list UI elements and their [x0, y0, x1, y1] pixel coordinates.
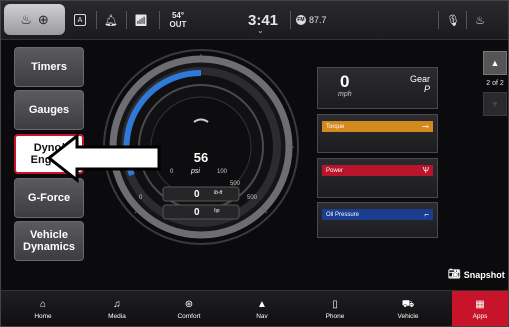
snapshot-button[interactable]: 📷︎ Snapshot — [448, 269, 505, 280]
gear-label: Gear — [409, 74, 430, 84]
page-up-button[interactable]: ▲ — [483, 51, 507, 75]
divider — [96, 11, 97, 29]
nav-apps-button[interactable]: ▦ Apps — [452, 291, 508, 326]
music-note-icon: ♫ — [113, 299, 121, 310]
power-label: Power — [326, 167, 344, 174]
menu-gauges-button[interactable]: Gauges — [14, 90, 84, 130]
outside-temperature: 54° OUT — [168, 1, 188, 39]
torque-label: Torque — [326, 123, 345, 130]
menu-label: Timers — [31, 61, 67, 73]
divider — [290, 11, 291, 29]
power-fork-icon: Ѱ — [422, 166, 429, 175]
chevron-up-icon: ▲ — [490, 58, 500, 68]
nav-phone-button[interactable]: ▯ Phone — [300, 291, 370, 326]
speed-gear-panel: 0 mph Gear P — [317, 67, 438, 109]
gauge-unit: psi — [191, 168, 200, 175]
apps-grid-icon: ▦ — [475, 299, 485, 310]
heated-seat-icon: ⊕ — [37, 11, 49, 27]
speed-unit: mph — [338, 91, 352, 98]
power-readout-value: 0 — [194, 207, 200, 218]
nav-label: Vehicle — [397, 312, 419, 320]
nav-nav-button[interactable]: ▲ Nav — [227, 291, 297, 326]
divider — [466, 11, 467, 29]
menu-label: Vehicle Dynamics — [23, 229, 75, 253]
microphone-icon[interactable]: 🎙︎ — [445, 1, 461, 39]
menu-vehicle-dynamics-button[interactable]: Vehicle Dynamics — [14, 221, 84, 261]
camera-icon: 📷︎ — [448, 269, 461, 280]
nav-label: Home — [34, 312, 52, 320]
heated-seat-passenger-icon[interactable]: ♨ — [471, 1, 489, 39]
menu-label: Gauges — [28, 104, 70, 116]
oil-pressure-label: Oil Pressure — [326, 211, 360, 218]
menu-g-force-button[interactable]: G-Force — [14, 178, 84, 218]
speed-value: 0 — [340, 72, 350, 91]
status-bar: ♨ ⊕ A 🔔︎ 📶︎ 54° OUT 3:41 ⌄ FM 87.7 🎙︎ ♨ — [1, 1, 508, 40]
temperature-label: OUT — [169, 20, 187, 29]
gauge-tick-label: 100 — [217, 169, 228, 175]
notification-bell-icon[interactable]: 🔔︎ — [103, 1, 119, 39]
gear-indicator: Gear P — [410, 74, 430, 94]
divider — [159, 11, 160, 29]
power-readout-unit: hp — [214, 208, 220, 214]
wrench-icon: ⊸ — [422, 122, 429, 131]
comfort-icon: ⊛ — [184, 299, 194, 310]
nav-comfort-button[interactable]: ⊛ Comfort — [154, 291, 224, 326]
power-panel[interactable]: Power Ѱ — [317, 158, 438, 198]
nav-label: Phone — [325, 312, 345, 320]
pointer-arrow-icon — [47, 133, 161, 183]
gauge-tick-label: 0 — [170, 169, 174, 175]
temperature-value: 54° — [171, 11, 185, 20]
nav-label: Apps — [472, 312, 488, 320]
torque-bar: Torque ⊸ — [322, 121, 433, 132]
oil-can-icon: ⌐ — [424, 210, 429, 219]
radio-status[interactable]: FM 87.7 — [296, 1, 346, 39]
oil-pressure-panel[interactable]: Oil Pressure ⌐ — [317, 202, 438, 238]
divider — [438, 11, 439, 29]
gauge-tick-label: 0 — [139, 195, 143, 201]
radio-station: 87.7 — [309, 15, 327, 25]
gauge-tick-label: 500 — [247, 195, 258, 201]
snapshot-label: Snapshot — [463, 269, 505, 280]
nav-label: Media — [108, 312, 126, 320]
screen-frame: ♨ ⊕ A 🔔︎ 📶︎ 54° OUT 3:41 ⌄ FM 87.7 🎙︎ ♨ T… — [0, 0, 509, 327]
menu-timers-button[interactable]: Timers — [14, 47, 84, 87]
phone-icon: ▯ — [332, 299, 338, 310]
nav-home-button[interactable]: ⌂ Home — [8, 291, 78, 326]
nav-media-button[interactable]: ♫ Media — [82, 291, 152, 326]
divider — [126, 11, 127, 29]
nav-label: Nav — [256, 312, 268, 320]
car-icon: ⛟ — [401, 299, 415, 310]
driver-mode-icon[interactable]: A — [72, 1, 88, 39]
chevron-down-icon[interactable]: ⌄ — [257, 26, 264, 35]
gear-value: P — [423, 84, 430, 94]
gauge-value: 56 — [193, 150, 209, 165]
torque-readout-unit: lb-ft — [214, 190, 223, 196]
menu-label: G-Force — [27, 192, 71, 204]
page-down-button[interactable]: ▼ — [483, 92, 507, 116]
torque-readout-value: 0 — [194, 189, 200, 200]
power-bar: Power Ѱ — [322, 165, 433, 176]
nav-vehicle-button[interactable]: ⛟ Vehicle — [373, 291, 443, 326]
nav-label: Comfort — [177, 312, 201, 320]
oil-pressure-bar: Oil Pressure ⌐ — [322, 209, 433, 220]
bottom-navigation-bar: ⌂ Home ♫ Media ⊛ Comfort ▲ Nav ▯ Phone ⛟… — [1, 290, 508, 326]
chevron-down-icon: ▼ — [490, 99, 500, 109]
climate-controls-button[interactable]: ♨ ⊕ — [4, 4, 65, 35]
torque-panel[interactable]: Torque ⊸ — [317, 114, 438, 153]
heated-steering-wheel-icon: ♨ — [20, 11, 32, 27]
wifi-hotspot-icon[interactable]: 📶︎ — [133, 1, 149, 39]
gauge-tick-label: 500 — [230, 181, 241, 187]
torque-readout-box — [162, 186, 240, 202]
home-icon: ⌂ — [39, 299, 47, 310]
fm-radio-icon: FM — [296, 15, 306, 25]
page-indicator: 2 of 2 — [486, 80, 504, 87]
navigation-arrow-icon: ▲ — [257, 299, 267, 310]
power-readout-box — [162, 204, 240, 220]
